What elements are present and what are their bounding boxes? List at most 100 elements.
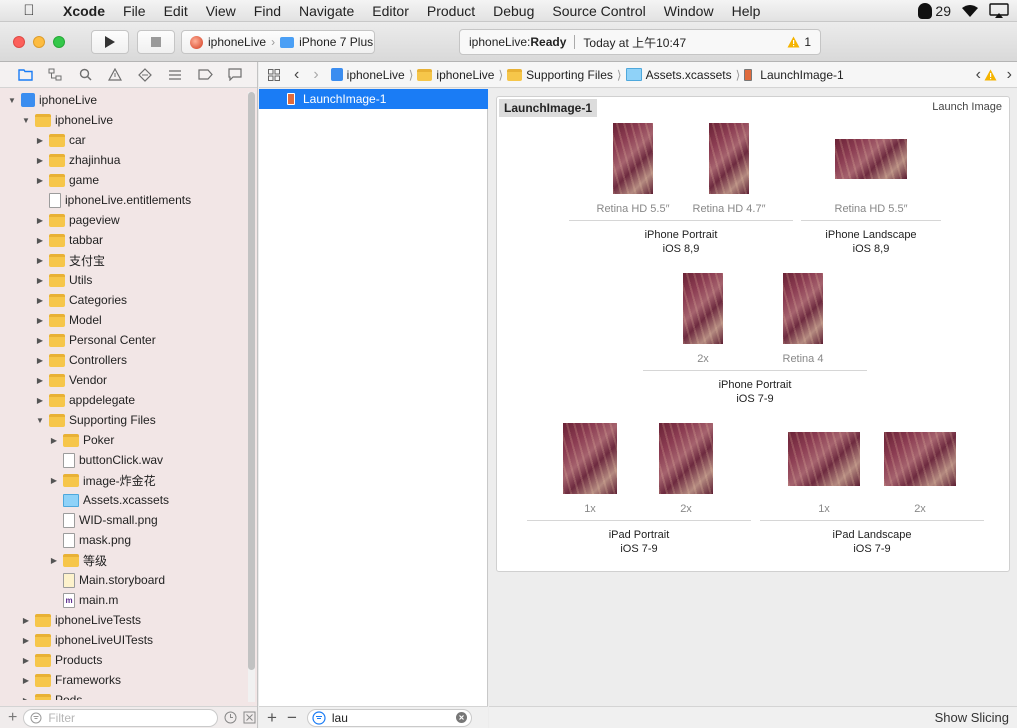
menu-view[interactable]: View — [197, 0, 245, 22]
menu-source-control[interactable]: Source Control — [543, 0, 654, 22]
disclosure-collapsed-icon[interactable]: ▶ — [35, 315, 45, 325]
navigator-item[interactable]: ▶ image-炸金花 — [49, 470, 156, 490]
show-slicing-button[interactable]: Show Slicing — [935, 710, 1009, 725]
navigator-filter-field[interactable]: Filter — [23, 708, 219, 727]
navigator-item[interactable]: ▼ iphoneLive — [7, 90, 97, 110]
asset-search-field[interactable]: lau — [306, 708, 472, 727]
disclosure-collapsed-icon[interactable]: ▶ — [21, 675, 31, 685]
disclosure-collapsed-icon[interactable]: ▶ — [21, 635, 31, 645]
navigator-scroll-thumb[interactable] — [248, 92, 255, 670]
navigator-item[interactable]: ▶ Vendor — [35, 370, 107, 390]
launch-image-slot-retina-hd-47-portrait[interactable] — [709, 123, 749, 194]
menu-editor[interactable]: Editor — [363, 0, 418, 22]
launch-image-slot-2x[interactable] — [683, 273, 723, 344]
navigator-item[interactable]: mask.png — [49, 530, 131, 550]
breakpoint-navigator-icon[interactable] — [197, 67, 213, 83]
navigator-scrollbar[interactable] — [248, 92, 255, 702]
scheme-selector[interactable]: iphoneLive › iPhone 7 Plus — [181, 30, 375, 54]
jump-crumb-assets[interactable]: Assets.xcassets — [625, 68, 732, 82]
minimize-window-button[interactable] — [33, 36, 45, 48]
jump-crumb-project[interactable]: iphoneLive — [330, 68, 405, 82]
navigator-item[interactable]: ▶ Model — [35, 310, 102, 330]
close-window-button[interactable] — [13, 36, 25, 48]
navigator-item[interactable]: ▶ Poker — [49, 430, 114, 450]
navigator-item[interactable]: ▶ Utils — [35, 270, 92, 290]
launch-image-slot-retina-hd-55-landscape[interactable] — [835, 139, 907, 179]
navigator-item[interactable]: ▶ Categories — [35, 290, 127, 310]
navigator-item[interactable]: ▼ Supporting Files — [35, 410, 156, 430]
navigator-item[interactable]: ▶ Pods — [21, 690, 82, 700]
jump-crumb-group[interactable]: iphoneLive — [417, 68, 494, 82]
disclosure-collapsed-icon[interactable]: ▶ — [35, 295, 45, 305]
menu-edit[interactable]: Edit — [155, 0, 197, 22]
menu-file[interactable]: File — [114, 0, 155, 22]
jump-crumb-supporting-files[interactable]: Supporting Files — [507, 68, 613, 82]
menu-product[interactable]: Product — [418, 0, 484, 22]
jump-warning-icon[interactable] — [984, 69, 997, 81]
airplay-display-icon[interactable] — [989, 3, 1009, 19]
previous-issue-chevron-icon[interactable]: ‹ — [976, 66, 981, 84]
stop-button[interactable] — [137, 30, 175, 54]
menu-debug[interactable]: Debug — [484, 0, 543, 22]
next-issue-chevron-icon[interactable]: › — [1007, 66, 1012, 84]
test-navigator-diamond-icon[interactable] — [137, 67, 153, 83]
run-button[interactable] — [91, 30, 129, 54]
navigator-item[interactable]: ▶ Frameworks — [21, 670, 121, 690]
debug-navigator-icon[interactable] — [167, 67, 183, 83]
navigator-item[interactable]: ▶ game — [35, 170, 99, 190]
warning-indicator[interactable]: 1 — [787, 35, 811, 49]
menu-find[interactable]: Find — [245, 0, 290, 22]
issue-navigator-warning-icon[interactable] — [107, 67, 123, 83]
qq-status[interactable]: 29 — [918, 3, 951, 19]
disclosure-collapsed-icon[interactable]: ▶ — [21, 695, 31, 701]
asset-row-launch-image[interactable]: LaunchImage-1 — [259, 89, 488, 109]
remove-asset-icon[interactable]: − — [287, 708, 297, 728]
launch-image-slot-ipad-landscape-1x[interactable] — [788, 432, 860, 486]
set-name[interactable]: LaunchImage-1 — [499, 99, 598, 117]
navigator-item[interactable]: ▶ iphoneLiveTests — [21, 610, 141, 630]
navigator-item[interactable]: ▶ 等级 — [49, 550, 107, 570]
report-navigator-icon[interactable] — [227, 67, 243, 83]
disclosure-collapsed-icon[interactable]: ▶ — [35, 135, 45, 145]
navigator-item[interactable]: Main.storyboard — [49, 570, 165, 590]
disclosure-collapsed-icon[interactable]: ▶ — [35, 375, 45, 385]
navigator-item[interactable]: ▶ 支付宝 — [35, 250, 105, 270]
back-chevron-icon[interactable]: ‹ — [294, 66, 299, 84]
launch-image-slot-ipad-portrait-1x[interactable] — [563, 423, 617, 494]
disclosure-collapsed-icon[interactable]: ▶ — [35, 235, 45, 245]
clear-search-icon[interactable] — [455, 712, 467, 723]
disclosure-collapsed-icon[interactable]: ▶ — [35, 215, 45, 225]
disclosure-collapsed-icon[interactable]: ▶ — [21, 655, 31, 665]
launch-image-slot-retina-4[interactable] — [783, 273, 823, 344]
navigator-item[interactable]: buttonClick.wav — [49, 450, 163, 470]
disclosure-collapsed-icon[interactable]: ▶ — [35, 275, 45, 285]
disclosure-collapsed-icon[interactable]: ▶ — [35, 175, 45, 185]
navigator-item[interactable]: ▶ Personal Center — [35, 330, 156, 350]
launch-image-slot-retina-hd-55-portrait[interactable] — [613, 123, 653, 194]
navigator-item[interactable]: m main.m — [49, 590, 118, 610]
navigator-item[interactable]: ▶ zhajinhua — [35, 150, 120, 170]
disclosure-collapsed-icon[interactable]: ▶ — [21, 615, 31, 625]
disclosure-collapsed-icon[interactable]: ▶ — [35, 355, 45, 365]
disclosure-collapsed-icon[interactable]: ▶ — [35, 155, 45, 165]
navigator-item[interactable]: ▶ Controllers — [35, 350, 127, 370]
menu-navigate[interactable]: Navigate — [290, 0, 363, 22]
project-navigator-folder-icon[interactable] — [17, 67, 33, 83]
disclosure-expanded-icon[interactable]: ▼ — [21, 115, 31, 125]
zoom-window-button[interactable] — [53, 36, 65, 48]
add-asset-icon[interactable]: + — [267, 708, 277, 728]
related-items-grid-icon[interactable] — [268, 68, 280, 81]
disclosure-expanded-icon[interactable]: ▼ — [7, 95, 17, 105]
modified-files-icon[interactable] — [243, 711, 256, 724]
wifi-icon[interactable] — [961, 4, 979, 18]
navigator-item[interactable]: ▶ appdelegate — [35, 390, 135, 410]
symbol-navigator-icon[interactable] — [47, 67, 63, 83]
menu-app[interactable]: Xcode — [54, 0, 114, 22]
activity-viewer[interactable]: iphoneLive: Ready Today at 上午10:47 1 — [459, 29, 821, 55]
disclosure-collapsed-icon[interactable]: ▶ — [35, 255, 45, 265]
navigator-item[interactable]: ▶ pageview — [35, 210, 120, 230]
disclosure-collapsed-icon[interactable]: ▶ — [49, 475, 59, 485]
navigator-item[interactable]: ▶ iphoneLiveUITests — [21, 630, 153, 650]
launch-image-slot-ipad-landscape-2x[interactable] — [884, 432, 956, 486]
navigator-item[interactable]: ▶ tabbar — [35, 230, 103, 250]
